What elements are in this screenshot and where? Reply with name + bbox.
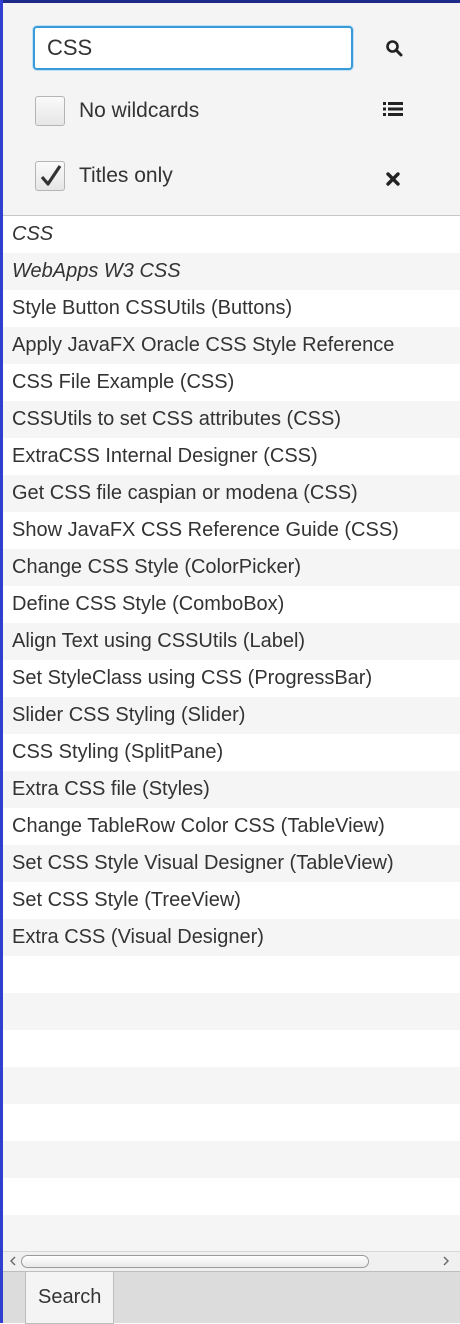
no-wildcards-label[interactable]: No wildcards: [79, 99, 199, 123]
horizontal-scrollbar[interactable]: [3, 1251, 460, 1271]
list-item[interactable]: Slider CSS Styling (Slider): [3, 697, 460, 734]
empty-row: [3, 993, 460, 1030]
search-panel: No wildcards Titles only CSSWebApps W3 C…: [3, 3, 460, 1324]
list-item[interactable]: Set StyleClass using CSS (ProgressBar): [3, 660, 460, 697]
list-item[interactable]: WebApps W3 CSS: [3, 253, 460, 290]
titles-only-checkbox[interactable]: [35, 161, 65, 191]
list-item[interactable]: CSS: [3, 216, 460, 253]
empty-row: [3, 1067, 460, 1104]
list-item[interactable]: Set CSS Style (TreeView): [3, 882, 460, 919]
scroll-left-arrow-icon[interactable]: [7, 1255, 19, 1267]
search-input[interactable]: [33, 26, 353, 70]
no-wildcards-checkbox[interactable]: [35, 96, 65, 126]
tab-bar: Search: [3, 1271, 460, 1324]
results-list[interactable]: CSS WebApps W3 CSS Style Button CSSUtils (…: [3, 216, 460, 1251]
list-item[interactable]: Extra CSS file (Styles): [3, 771, 460, 808]
list-item[interactable]: Define CSS Style (ComboBox): [3, 586, 460, 623]
empty-row: [3, 1104, 460, 1141]
list-item[interactable]: CSSUtils to set CSS attributes (CSS): [3, 401, 460, 438]
list-item[interactable]: CSS File Example (CSS): [3, 364, 460, 401]
list-item[interactable]: Change TableRow Color CSS (TableView): [3, 808, 460, 845]
list-item[interactable]: Set CSS Style Visual Designer (TableView…: [3, 845, 460, 882]
list-item[interactable]: Align Text using CSSUtils (Label): [3, 623, 460, 660]
search-controls: No wildcards Titles only: [3, 3, 460, 216]
empty-row: [3, 1178, 460, 1215]
close-icon[interactable]: [385, 171, 401, 187]
list-icon[interactable]: [383, 101, 403, 117]
empty-row: [3, 1141, 460, 1178]
tab-search[interactable]: Search: [25, 1272, 115, 1324]
list-item[interactable]: Show JavaFX CSS Reference Guide (CSS): [3, 512, 460, 549]
scroll-right-arrow-icon[interactable]: [440, 1255, 452, 1267]
list-item[interactable]: Get CSS file caspian or modena (CSS): [3, 475, 460, 512]
titles-only-label[interactable]: Titles only: [79, 164, 173, 188]
checkmark-icon: [40, 165, 62, 186]
empty-row: [3, 1215, 460, 1251]
empty-row: [3, 956, 460, 993]
list-item[interactable]: Apply JavaFX Oracle CSS Style Reference: [3, 327, 460, 364]
search-icon[interactable]: [385, 39, 403, 57]
list-item[interactable]: ExtraCSS Internal Designer (CSS): [3, 438, 460, 475]
scrollbar-thumb[interactable]: [21, 1255, 369, 1268]
list-item[interactable]: CSS Styling (SplitPane): [3, 734, 460, 771]
list-item[interactable]: Style Button CSSUtils (Buttons): [3, 290, 460, 327]
list-item[interactable]: Change CSS Style (ColorPicker): [3, 549, 460, 586]
empty-row: [3, 1030, 460, 1067]
list-item[interactable]: Extra CSS (Visual Designer): [3, 919, 460, 956]
